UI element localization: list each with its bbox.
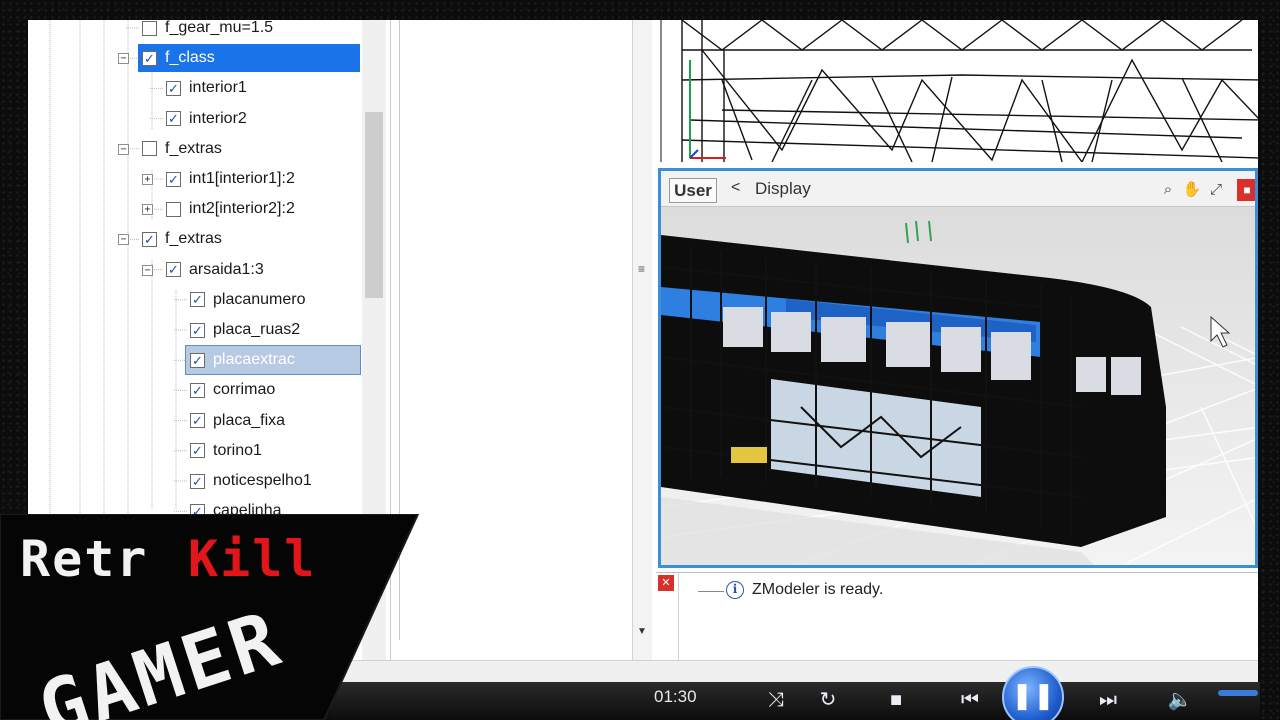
volume-slider[interactable] (1218, 690, 1258, 696)
splitter-grip-icon[interactable]: ≡ (638, 262, 645, 276)
tree-item[interactable]: ✓ corrimao (190, 376, 283, 404)
visibility-checkbox[interactable] (142, 141, 157, 157)
tree-item-label: interior1 (189, 79, 247, 97)
tree-item-label: corrimao (213, 381, 276, 399)
tree-item[interactable]: ✓ placa_fixa (190, 407, 293, 435)
fit-icon[interactable]: ⤢ (1205, 179, 1227, 201)
next-icon[interactable]: ⏭ (1088, 684, 1128, 716)
viewport-top-wireframe[interactable] (660, 20, 1258, 162)
tree-item-label: placa_ruas2 (213, 321, 301, 338)
tree-item-label: f_extras (165, 230, 222, 248)
viewport-mode-button[interactable]: User (669, 178, 717, 203)
tree-item-label: torino1 (213, 441, 262, 459)
log-divider (678, 573, 679, 663)
visibility-checkbox[interactable]: ✓ (190, 292, 205, 308)
tree-item-label: f_extras (165, 139, 222, 157)
visibility-checkbox[interactable]: ✓ (190, 322, 205, 338)
collapse-icon[interactable]: − (118, 234, 129, 246)
zoom-icon[interactable]: ⌕ (1157, 179, 1179, 201)
log-message: ZModeler is ready. (752, 581, 884, 598)
tree-item-label: placa_fixa (213, 411, 286, 429)
logo-kill-text: Kill (188, 530, 316, 588)
tree-item[interactable]: ✓ placanumero (190, 286, 314, 314)
visibility-checkbox[interactable]: ✓ (142, 231, 157, 247)
tree-item-label: placaextrac (213, 351, 295, 369)
visibility-checkbox[interactable]: ✓ (190, 473, 205, 489)
log-tree-line (698, 591, 724, 592)
visibility-checkbox[interactable]: ✓ (166, 262, 181, 278)
expand-icon[interactable]: + (142, 174, 153, 185)
properties-panel (390, 20, 660, 660)
repeat-icon[interactable]: ↻ (814, 684, 842, 716)
viewport-title: Display (755, 179, 811, 198)
tree-item-label: placanumero (213, 290, 306, 308)
visibility-checkbox[interactable]: ✓ (190, 413, 205, 429)
media-player-bar: 01:30 ⤨ ↻ ■ ⏮ ❚❚ ⏭ 🔈 (330, 666, 1260, 720)
tree-item[interactable]: ✓ f_extras (142, 225, 230, 253)
shuffle-icon[interactable]: ⤨ (762, 684, 790, 716)
visibility-checkbox[interactable]: ✓ (190, 382, 205, 398)
tree-item-label: f_gear_mu=1.5 (165, 20, 274, 36)
visibility-checkbox[interactable]: ✓ (166, 80, 181, 96)
logo-retr-text: Retr (20, 530, 148, 588)
expand-icon[interactable]: + (142, 204, 153, 216)
collapse-icon[interactable]: − (118, 53, 129, 65)
volume-icon[interactable]: 🔈 (1166, 684, 1194, 716)
visibility-checkbox[interactable] (166, 201, 181, 217)
visibility-checkbox[interactable]: ✓ (166, 111, 181, 127)
tree-item[interactable]: ✓ interior2 (166, 105, 255, 133)
tree-item[interactable]: ✓ placaextrac (185, 345, 361, 376)
tree-item-label: noticespelho1 (213, 472, 312, 489)
pause-button[interactable]: ❚❚ (1002, 666, 1064, 720)
tree-item[interactable]: ✓ f_class (138, 44, 360, 73)
visibility-checkbox[interactable]: ✓ (190, 352, 205, 368)
previous-icon[interactable]: ⏮ (950, 684, 990, 716)
pan-icon[interactable]: ✋ (1181, 179, 1203, 201)
log-panel: ✕ i ZModeler is ready. (656, 572, 1258, 663)
tree-item[interactable]: f_gear_mu=1.5 (142, 20, 281, 42)
collapse-icon[interactable]: − (118, 143, 129, 155)
panel-splitter[interactable]: ≡ ▼ (632, 20, 652, 660)
tree-item-label: int1[interior1]:2 (189, 170, 295, 187)
tree-item[interactable]: ✓ arsaida1:3 (166, 256, 272, 284)
collapse-icon[interactable]: − (142, 264, 153, 276)
tree-scrollbar-thumb[interactable] (365, 112, 383, 298)
log-entry: i ZModeler is ready. (726, 581, 883, 599)
tree-item-label: int2[interior2]:2 (189, 200, 295, 218)
log-close-icon[interactable]: ✕ (658, 575, 674, 591)
retrokill-gamer-logo: Retr Kill GAMER (0, 514, 420, 720)
scroll-down-arrow-icon[interactable]: ▼ (637, 626, 647, 637)
tree-item[interactable]: ✓ interior1 (166, 74, 255, 102)
visibility-checkbox[interactable]: ✓ (142, 50, 157, 66)
tree-item[interactable]: ✓ placa_ruas2 (190, 316, 308, 344)
viewport-header: User < Display ⌕ ✋ ⤢ ■ (661, 171, 1255, 207)
tree-item-label: f_class (165, 49, 215, 67)
viewport-maximize-icon[interactable]: ■ (1237, 179, 1255, 201)
stop-icon[interactable]: ■ (882, 684, 910, 716)
viewport-back-button[interactable]: < (731, 179, 740, 197)
info-icon: i (726, 581, 744, 599)
tree-item-label: interior2 (189, 109, 247, 127)
visibility-checkbox[interactable]: ✓ (166, 171, 181, 187)
visibility-checkbox[interactable] (142, 20, 157, 36)
viewport-display[interactable]: User < Display ⌕ ✋ ⤢ ■ (658, 168, 1258, 568)
tree-item[interactable]: ✓ int1[interior1]:2 (166, 165, 303, 193)
wireframe-mesh (681, 20, 1258, 162)
visibility-checkbox[interactable]: ✓ (190, 443, 205, 459)
bus-3d-scene[interactable] (661, 207, 1258, 568)
playback-time: 01:30 (654, 687, 697, 706)
tree-item[interactable]: ✓ noticespelho1 (190, 467, 320, 495)
tree-item[interactable]: f_extras (142, 135, 230, 163)
tree-item[interactable]: int2[interior2]:2 (166, 195, 303, 223)
tree-item-label: arsaida1:3 (189, 260, 264, 278)
tree-item[interactable]: ✓ torino1 (190, 437, 270, 465)
